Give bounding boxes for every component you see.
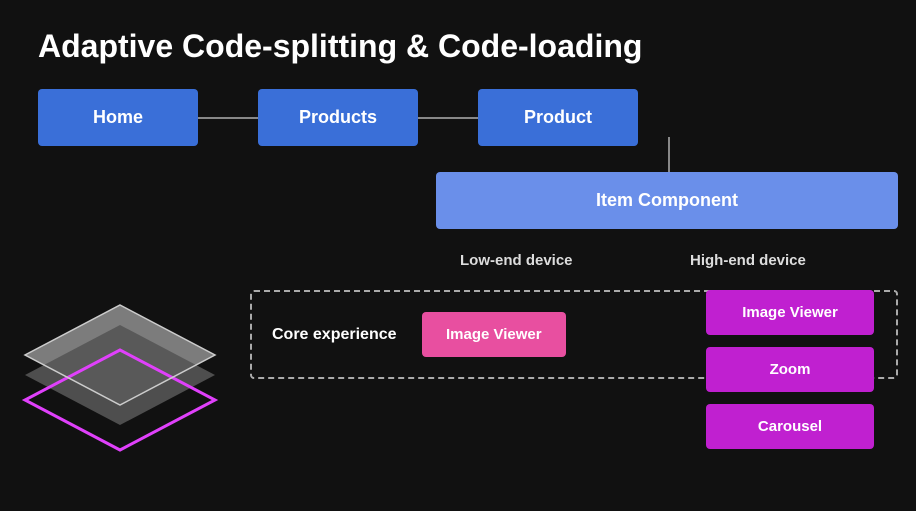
image-viewer-lowend: Image Viewer xyxy=(422,312,566,357)
label-lowend: Low-end device xyxy=(460,252,573,269)
label-highend: High-end device xyxy=(690,252,806,269)
page-title: Adaptive Code-splitting & Code-loading xyxy=(38,28,642,65)
zoom-box: Zoom xyxy=(706,347,874,392)
carousel-box: Carousel xyxy=(706,404,874,449)
highend-col: Image Viewer Zoom Carousel xyxy=(706,290,874,449)
connector-2 xyxy=(418,117,478,119)
core-label: Core experience xyxy=(272,326,402,344)
v-connector xyxy=(668,137,670,172)
nav-home[interactable]: Home xyxy=(38,89,198,146)
nav-product[interactable]: Product xyxy=(478,89,638,146)
item-component-box: Item Component xyxy=(436,172,898,229)
layers-illustration xyxy=(10,295,230,470)
connector-1 xyxy=(198,117,258,119)
nav-row: Home Products Product xyxy=(38,89,638,146)
nav-products[interactable]: Products xyxy=(258,89,418,146)
image-viewer-highend: Image Viewer xyxy=(706,290,874,335)
